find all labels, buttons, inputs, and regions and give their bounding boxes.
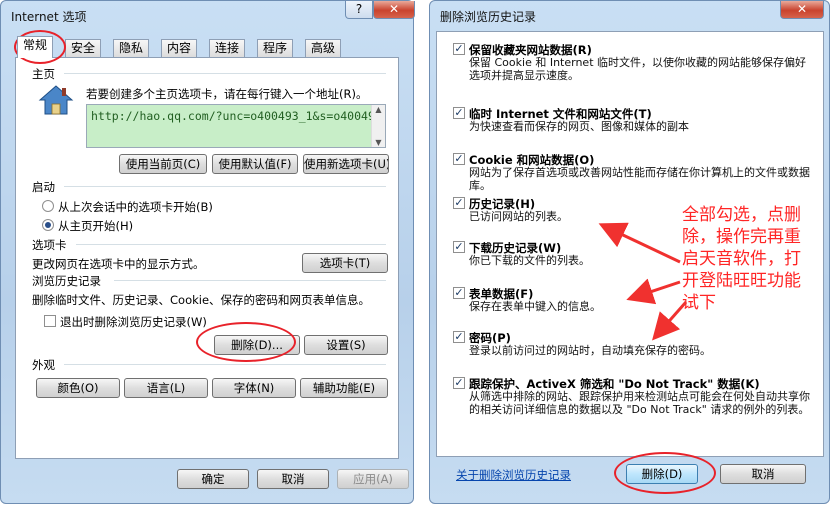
arrow-to-passwords [652, 301, 688, 341]
arrow-to-form-data [626, 278, 681, 305]
annotation-arrows [598, 222, 688, 341]
arrow-to-history [598, 222, 681, 264]
tab-general[interactable]: 常规 [17, 36, 54, 58]
